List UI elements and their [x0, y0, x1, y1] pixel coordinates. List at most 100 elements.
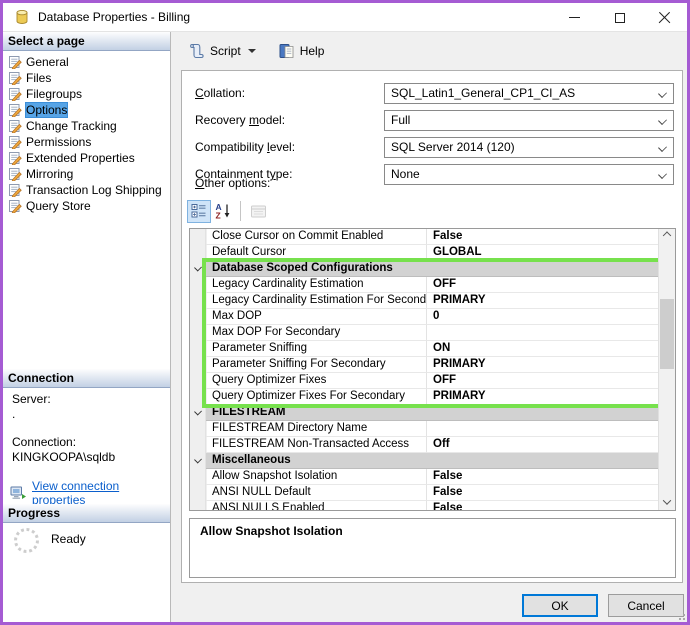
scroll-up-button[interactable]: [659, 229, 675, 245]
grid-category-gutter[interactable]: [190, 261, 206, 277]
grid-row-max-dop[interactable]: Max DOP 0: [190, 309, 658, 325]
grid-row-value[interactable]: False: [427, 229, 658, 245]
grid-row-value[interactable]: OFF: [427, 277, 658, 293]
grid-row-default-cursor[interactable]: Default Cursor GLOBAL: [190, 245, 658, 261]
grid-row-name[interactable]: Allow Snapshot Isolation: [206, 469, 427, 485]
toolbar: Script Help: [172, 32, 687, 69]
scroll-down-button[interactable]: [659, 494, 675, 510]
ok-button[interactable]: OK: [522, 594, 598, 617]
grid-row-value[interactable]: PRIMARY: [427, 357, 658, 373]
sidebar-item-permissions[interactable]: Permissions: [3, 134, 169, 150]
grid-row-close-cursor-on-commit-enabled[interactable]: Close Cursor on Commit Enabled False: [190, 229, 658, 245]
grid-row-gutter: [190, 293, 206, 309]
grid-row-gutter: [190, 437, 206, 453]
grid-row-name[interactable]: Query Optimizer Fixes For Secondary: [206, 389, 427, 405]
grid-row-legacy-cardinality-estimation[interactable]: Legacy Cardinality Estimation OFF: [190, 277, 658, 293]
close-icon: [658, 11, 671, 24]
recovery-model-select[interactable]: Full: [384, 110, 674, 131]
grid-category-database-scoped-configurations[interactable]: Database Scoped Configurations: [190, 261, 658, 277]
description-text: Allow Snapshot Isolation: [200, 524, 343, 538]
maximize-button[interactable]: [597, 3, 642, 32]
grid-row-name[interactable]: Parameter Sniffing For Secondary: [206, 357, 427, 373]
property-page-icon: [9, 136, 22, 149]
grid-row-name[interactable]: ANSI NULL Default: [206, 485, 427, 501]
grid-row-value[interactable]: PRIMARY: [427, 293, 658, 309]
grid-row-value[interactable]: PRIMARY: [427, 389, 658, 405]
script-label: Script: [210, 43, 241, 58]
grid-row-ansi-nulls-enabled[interactable]: ANSI NULLS Enabled False: [190, 501, 658, 510]
grid-row-name[interactable]: FILESTREAM Non-Transacted Access: [206, 437, 427, 453]
grid-row-name[interactable]: Parameter Sniffing: [206, 341, 427, 357]
sidebar-item-label: Filegroups: [26, 87, 83, 101]
grid-row-filestream-non-transacted-access[interactable]: FILESTREAM Non-Transacted Access Off: [190, 437, 658, 453]
grid-row-name[interactable]: Max DOP For Secondary: [206, 325, 427, 341]
sidebar-item-files[interactable]: Files: [3, 70, 169, 86]
grid-row-ansi-null-default[interactable]: ANSI NULL Default False: [190, 485, 658, 501]
alphabetical-sort-button[interactable]: A Z: [211, 200, 235, 223]
select-value: None: [391, 167, 420, 181]
grid-row-max-dop-for-secondary[interactable]: Max DOP For Secondary: [190, 325, 658, 341]
grid-scrollbar[interactable]: [658, 229, 675, 510]
collation-select[interactable]: SQL_Latin1_General_CP1_CI_AS: [384, 83, 674, 104]
containment-type-select[interactable]: None: [384, 164, 674, 185]
close-button[interactable]: [642, 3, 687, 32]
categorized-button[interactable]: [187, 199, 211, 223]
grid-row-value[interactable]: [427, 325, 658, 341]
grid-row-legacy-cardinality-estimation-for-secondary[interactable]: Legacy Cardinality Estimation For Second…: [190, 293, 658, 309]
sidebar-item-change-tracking[interactable]: Change Tracking: [3, 118, 169, 134]
grid-row-value[interactable]: GLOBAL: [427, 245, 658, 261]
connection-label: Connection:: [12, 435, 77, 449]
cancel-button[interactable]: Cancel: [608, 594, 684, 617]
title-bar[interactable]: Database Properties - Billing: [3, 3, 687, 32]
grid-row-filestream-directory-name[interactable]: FILESTREAM Directory Name: [190, 421, 658, 437]
sidebar-item-general[interactable]: General: [3, 54, 169, 70]
grid-row-value[interactable]: 0: [427, 309, 658, 325]
grid-row-value[interactable]: False: [427, 469, 658, 485]
grid-category-miscellaneous[interactable]: Miscellaneous: [190, 453, 658, 469]
resize-grip[interactable]: [675, 610, 685, 620]
help-button[interactable]: Help: [273, 39, 330, 63]
property-page-icon: [9, 104, 22, 117]
minimize-button[interactable]: [552, 3, 597, 32]
grid-row-name[interactable]: Legacy Cardinality Estimation For Second…: [206, 293, 427, 309]
grid-row-value[interactable]: False: [427, 501, 658, 510]
grid-row-value[interactable]: OFF: [427, 373, 658, 389]
grid-category-label[interactable]: FILESTREAM: [206, 405, 658, 421]
grid-row-value[interactable]: Off: [427, 437, 658, 453]
sidebar-item-transaction-log-shipping[interactable]: Transaction Log Shipping: [3, 182, 169, 198]
grid-row-value[interactable]: ON: [427, 341, 658, 357]
grid-row-name[interactable]: Default Cursor: [206, 245, 427, 261]
grid-category-label[interactable]: Database Scoped Configurations: [206, 261, 658, 277]
grid-row-name[interactable]: ANSI NULLS Enabled: [206, 501, 427, 510]
caret-down-icon: [247, 48, 256, 53]
grid-row-name[interactable]: FILESTREAM Directory Name: [206, 421, 427, 437]
grid-row-allow-snapshot-isolation[interactable]: Allow Snapshot Isolation False: [190, 469, 658, 485]
grid-category-filestream[interactable]: FILESTREAM: [190, 405, 658, 421]
grid-row-parameter-sniffing-for-secondary[interactable]: Parameter Sniffing For Secondary PRIMARY: [190, 357, 658, 373]
grid-row-name[interactable]: Legacy Cardinality Estimation: [206, 277, 427, 293]
grid-row-query-optimizer-fixes[interactable]: Query Optimizer Fixes OFF: [190, 373, 658, 389]
view-connection-properties-link[interactable]: View connection properties: [32, 479, 170, 507]
grid-row-value[interactable]: [427, 421, 658, 437]
grid-row-name[interactable]: Query Optimizer Fixes: [206, 373, 427, 389]
grid-row-name[interactable]: Max DOP: [206, 309, 427, 325]
grid-category-gutter[interactable]: [190, 453, 206, 469]
form-row: Compatibility level: SQL Server 2014 (12…: [182, 137, 682, 158]
sidebar-item-extended-properties[interactable]: Extended Properties: [3, 150, 169, 166]
sidebar-item-filegroups[interactable]: Filegroups: [3, 86, 169, 102]
scrollbar-thumb[interactable]: [660, 299, 674, 369]
toolbar-separator: [240, 201, 241, 221]
grid-row-parameter-sniffing[interactable]: Parameter Sniffing ON: [190, 341, 658, 357]
grid-category-gutter[interactable]: [190, 405, 206, 421]
script-button[interactable]: Script: [181, 39, 263, 63]
sidebar-item-query-store[interactable]: Query Store: [3, 198, 169, 214]
sidebar-item-options[interactable]: Options: [3, 102, 169, 118]
grid-category-label[interactable]: Miscellaneous: [206, 453, 658, 469]
compatibility-level-select[interactable]: SQL Server 2014 (120): [384, 137, 674, 158]
grid-row-value[interactable]: False: [427, 485, 658, 501]
grid-row-name[interactable]: Close Cursor on Commit Enabled: [206, 229, 427, 245]
sidebar-item-mirroring[interactable]: Mirroring: [3, 166, 169, 182]
sidebar-item-label: Extended Properties: [26, 151, 135, 165]
grid-row-query-optimizer-fixes-for-secondary[interactable]: Query Optimizer Fixes For Secondary PRIM…: [190, 389, 658, 405]
database-properties-dialog: Database Properties - Billing Select a p…: [0, 0, 690, 625]
